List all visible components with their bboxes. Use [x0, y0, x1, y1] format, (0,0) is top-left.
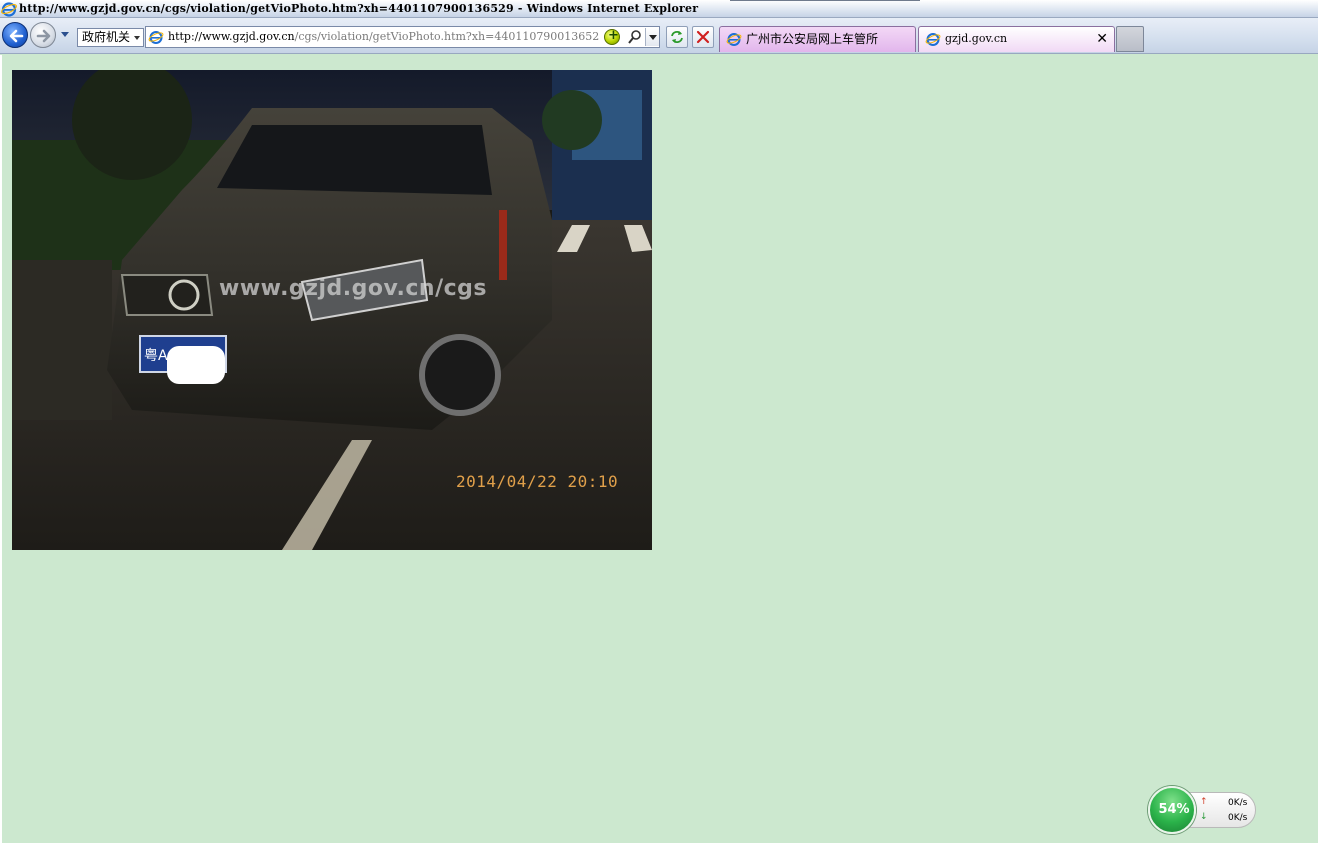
address-bar[interactable]: http://www.gzjd.gov.cn/cgs/violation/get…: [145, 26, 660, 48]
tab-gzjd-cgs[interactable]: 广州市公安局网上车管所: [719, 26, 916, 52]
tab-label: gzjd.gov.cn: [945, 32, 1008, 45]
tab-gzjd-photo[interactable]: gzjd.gov.cn ✕: [918, 26, 1115, 52]
photo-watermark: www.gzjd.gov.cn/cgs: [219, 276, 488, 301]
address-url-path: /cgs/violation/getVioPhoto.htm?xh=440110…: [294, 30, 600, 43]
window-title: http://www.gzjd.gov.cn/cgs/violation/get…: [19, 2, 699, 15]
new-tab-button[interactable]: [1116, 26, 1144, 52]
navigation-bar: 政府机关 http://www.gzjd.gov.cn/cgs/violatio…: [0, 18, 1318, 54]
car-ribbon: [499, 210, 507, 280]
refresh-button[interactable]: [666, 26, 688, 48]
title-divider: [730, 0, 920, 1]
speed-percent: 54%: [1158, 802, 1190, 817]
curb-wall: [12, 260, 112, 420]
compat-view-icon[interactable]: [604, 28, 620, 45]
close-icon[interactable]: ✕: [1096, 27, 1108, 51]
chevron-down-icon: [134, 36, 140, 40]
ie-page-icon: [726, 33, 742, 46]
tab-label: 广州市公安局网上车管所: [746, 32, 879, 46]
network-speed-widget[interactable]: 54% ↑ ↓ 0K/s 0K/s: [1148, 786, 1256, 834]
refresh-icon: [671, 31, 683, 43]
favorites-combo[interactable]: 政府机关: [77, 28, 144, 47]
back-button[interactable]: [2, 22, 28, 48]
forward-button[interactable]: [30, 22, 56, 48]
address-dropdown-button[interactable]: [645, 28, 659, 46]
content-edge: [0, 55, 2, 843]
download-arrow-icon: ↓: [1200, 812, 1208, 822]
recent-pages-chevron-down-icon[interactable]: [60, 31, 70, 38]
violation-photo: 粤A www.gzjd.gov.cn/cgs 2014/04/22 20:10: [12, 70, 652, 550]
upload-speed: 0K/s: [1228, 798, 1248, 808]
ie-page-icon: [148, 31, 164, 44]
ie-logo-icon: [1, 2, 17, 17]
search-icon[interactable]: [628, 29, 642, 45]
plate-prefix: 粤A: [144, 348, 168, 364]
favorites-combo-label: 政府机关: [82, 30, 131, 44]
forward-arrow-icon: [36, 29, 51, 43]
speed-orb[interactable]: 54%: [1148, 786, 1196, 834]
photo-timestamp: 2014/04/22 20:10: [456, 472, 619, 491]
ie-page-icon: [925, 33, 941, 46]
upload-arrow-icon: ↑: [1200, 797, 1208, 807]
back-arrow-icon: [9, 29, 24, 43]
stop-button[interactable]: [692, 26, 714, 48]
tree-canopy: [542, 90, 602, 150]
address-url-host: http://www.gzjd.gov.cn: [168, 30, 295, 43]
download-speed: 0K/s: [1228, 813, 1248, 823]
title-bar: http://www.gzjd.gov.cn/cgs/violation/get…: [0, 0, 1318, 18]
stop-icon: [696, 30, 710, 44]
address-url[interactable]: http://www.gzjd.gov.cn/cgs/violation/get…: [168, 30, 600, 43]
car-wheel: [419, 334, 501, 416]
car-windshield: [217, 125, 492, 195]
plate-redaction: [167, 346, 225, 384]
